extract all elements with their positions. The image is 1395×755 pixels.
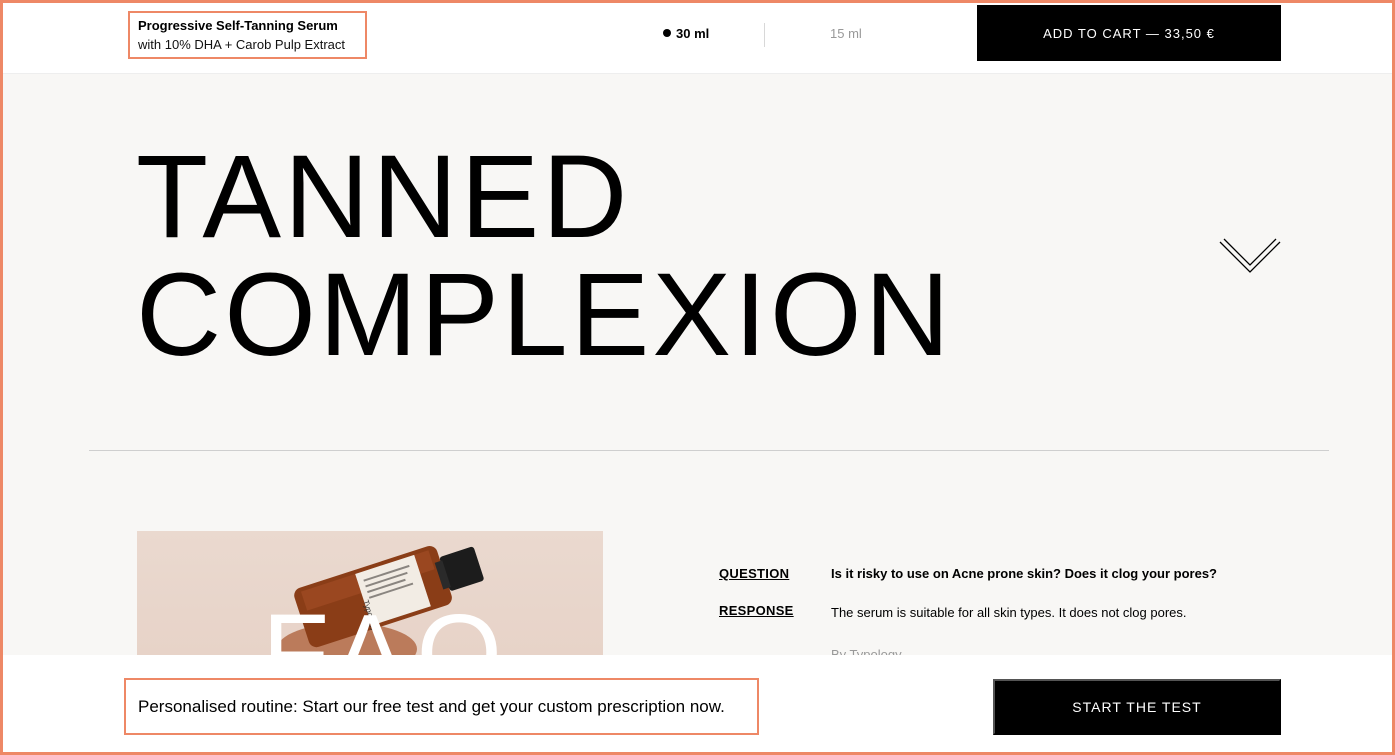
chevron-down-icon[interactable] bbox=[1218, 238, 1282, 278]
size-option-30ml[interactable]: 30 ml bbox=[663, 25, 709, 43]
product-subtitle: with 10% DHA + Carob Pulp Extract bbox=[138, 37, 346, 52]
response-text: The serum is suitable for all skin types… bbox=[831, 605, 1187, 620]
page-title: TANNED COMPLEXION bbox=[136, 138, 953, 374]
size-label: 30 ml bbox=[676, 26, 710, 41]
add-to-cart-button[interactable]: ADD TO CART — 33,50 € bbox=[977, 5, 1281, 61]
section-divider bbox=[89, 450, 1329, 451]
size-label: 15 ml bbox=[830, 26, 862, 41]
faq-overlay-text: FAQ bbox=[262, 592, 513, 656]
product-name: Progressive Self-Tanning Serum bbox=[138, 18, 338, 33]
product-image: Typology FAQ bbox=[137, 531, 603, 655]
size-option-15ml[interactable]: 15 ml bbox=[830, 25, 862, 43]
start-test-button[interactable]: START THE TEST bbox=[993, 679, 1281, 735]
title-line: COMPLEXION bbox=[136, 249, 953, 381]
response-label: RESPONSE bbox=[719, 603, 794, 618]
sticky-test-bar: Personalised routine: Start our free tes… bbox=[3, 655, 1392, 752]
title-line: TANNED bbox=[136, 131, 631, 263]
routine-message: Personalised routine: Start our free tes… bbox=[124, 678, 759, 735]
question-label: QUESTION bbox=[719, 566, 790, 581]
question-text: Is it risky to use on Acne prone skin? D… bbox=[831, 566, 1217, 581]
product-info: Progressive Self-Tanning Serum with 10% … bbox=[128, 11, 367, 59]
size-divider bbox=[764, 23, 765, 47]
selected-dot-icon bbox=[663, 29, 671, 37]
sticky-product-bar: Progressive Self-Tanning Serum with 10% … bbox=[3, 3, 1392, 74]
